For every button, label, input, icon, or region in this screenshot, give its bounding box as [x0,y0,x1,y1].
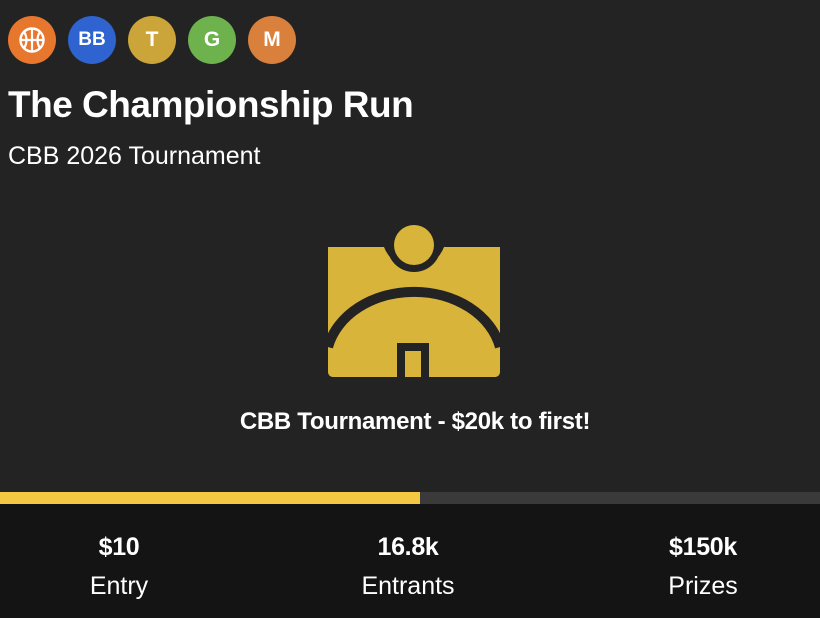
g-badge[interactable]: G [188,16,236,64]
m-badge[interactable]: M [248,16,296,64]
page-subtitle: CBB 2026 Tournament [8,142,261,170]
contest-logo-icon [326,218,502,377]
stats-bar: $10 Entry 16.8k Entrants $150k Prizes [0,504,820,618]
stat-entry: $10 Entry [9,504,229,618]
entry-fee-value: $10 [98,533,140,561]
basketball-badge[interactable] [8,16,56,64]
stat-prizes: $150k Prizes [593,504,813,618]
prizes-label: Prizes [668,572,738,600]
entry-progress-fill [0,492,420,504]
prizes-value: $150k [668,533,738,561]
basketball-icon [19,27,45,53]
bb-badge[interactable]: BB [68,16,116,64]
badge-row: BB T G M [8,16,308,64]
t-badge[interactable]: T [128,16,176,64]
contest-caption: CBB Tournament - $20k to first! [239,408,591,435]
entry-progress-bar [0,492,820,504]
entry-fee-label: Entry [89,572,149,600]
entrants-value: 16.8k [377,533,439,561]
stat-entrants: 16.8k Entrants [298,504,518,618]
entrants-label: Entrants [361,572,455,600]
page-title: The Championship Run [8,84,414,125]
